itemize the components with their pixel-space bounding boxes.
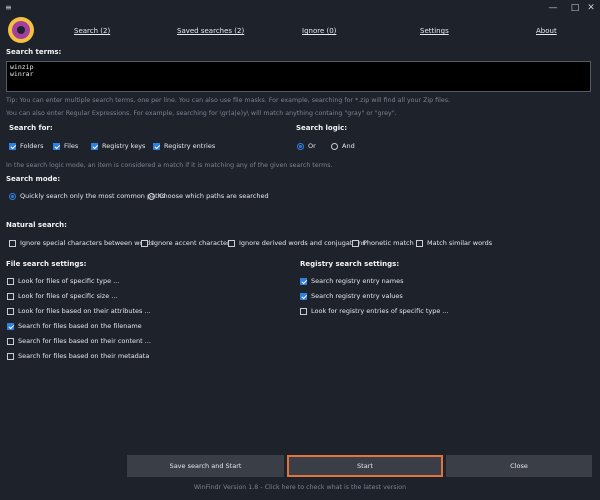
- checkbox[interactable]: [300, 292, 307, 300]
- radio-button[interactable]: [9, 192, 16, 200]
- checkbox-label: Ignore accent characters: [152, 239, 234, 247]
- regex-tip: You can also enter Regular Expressions. …: [6, 110, 397, 117]
- checkbox-label: Look for files of specific size ...: [18, 292, 118, 300]
- file-attributes[interactable]: Look for files based on their attributes…: [7, 307, 151, 315]
- file-specific-size[interactable]: Look for files of specific size ...: [7, 292, 117, 300]
- tab-search[interactable]: Search (2): [74, 27, 110, 35]
- checkbox[interactable]: [53, 142, 60, 150]
- tab-settings[interactable]: Settings: [420, 27, 449, 35]
- checkbox[interactable]: [7, 322, 14, 330]
- search-terms-tip: Tip: You can enter multiple search terms…: [6, 97, 451, 104]
- radio-label: Or: [308, 142, 316, 150]
- checkbox-label: Look for registry entries of specific ty…: [311, 307, 449, 315]
- search-mode-quick[interactable]: Quickly search only the most common path…: [9, 192, 165, 200]
- checkbox-label: Phonetic match: [363, 239, 414, 247]
- checkbox[interactable]: [228, 239, 235, 247]
- checkbox-label: Files: [64, 142, 79, 150]
- tab-about[interactable]: About: [536, 27, 557, 35]
- minimize-icon[interactable]: —: [547, 3, 559, 13]
- save-and-start-button[interactable]: Save search and Start: [127, 455, 284, 477]
- app-logo: [8, 17, 34, 43]
- checkbox[interactable]: [9, 142, 16, 150]
- search-terms-input[interactable]: winzip winrar: [6, 61, 591, 92]
- natural-ignore-derived[interactable]: Ignore derived words and conjugations: [228, 239, 366, 247]
- close-icon[interactable]: ✕: [585, 3, 597, 13]
- file-specific-type[interactable]: Look for files of specific type ...: [7, 277, 119, 285]
- search-for-title: Search for:: [9, 124, 53, 132]
- search-logic-and[interactable]: And: [331, 142, 355, 150]
- tab-saved-searches[interactable]: Saved searches (2): [177, 27, 244, 35]
- radio-button[interactable]: [148, 192, 155, 200]
- checkbox-label: Search registry entry values: [311, 292, 403, 300]
- checkbox-label: Match similar words: [427, 239, 493, 247]
- checkbox-label: Folders: [20, 142, 44, 150]
- start-button[interactable]: Start: [287, 455, 443, 477]
- natural-phonetic-match[interactable]: Phonetic match: [352, 239, 414, 247]
- file-content[interactable]: Search for files based on their content …: [7, 337, 151, 345]
- registry-specific-type[interactable]: Look for registry entries of specific ty…: [300, 307, 449, 315]
- search-mode-title: Search mode:: [6, 175, 61, 183]
- checkbox[interactable]: [352, 239, 359, 247]
- checkbox-label: Registry keys: [102, 142, 146, 150]
- radio-button[interactable]: [331, 142, 338, 150]
- file-settings-title: File search settings:: [6, 260, 87, 268]
- search-logic-title: Search logic:: [296, 124, 348, 132]
- checkbox-label: Search for files based on their content …: [18, 337, 151, 345]
- registry-entry-values[interactable]: Search registry entry values: [300, 292, 403, 300]
- menu-icon[interactable]: ≡: [5, 4, 13, 12]
- checkbox[interactable]: [153, 142, 160, 150]
- natural-ignore-accents[interactable]: Ignore accent characters: [141, 239, 233, 247]
- checkbox-label: Look for files of specific type ...: [18, 277, 120, 285]
- radio-button[interactable]: [297, 142, 304, 150]
- search-terms-title: Search terms:: [6, 48, 62, 56]
- search-logic-or[interactable]: Or: [297, 142, 316, 150]
- checkbox[interactable]: [300, 277, 307, 285]
- checkbox[interactable]: [7, 277, 14, 285]
- checkbox[interactable]: [7, 292, 14, 300]
- checkbox-label: Registry entries: [164, 142, 216, 150]
- tab-ignore[interactable]: Ignore (0): [302, 27, 336, 35]
- natural-ignore-special-chars[interactable]: Ignore special characters between words: [9, 239, 154, 247]
- checkbox[interactable]: [300, 307, 307, 315]
- checkbox[interactable]: [416, 239, 423, 247]
- search-for-registry-keys[interactable]: Registry keys: [91, 142, 145, 150]
- checkbox-label: Look for files based on their attributes…: [18, 307, 151, 315]
- radio-label: Choose which paths are searched: [159, 192, 269, 200]
- registry-entry-names[interactable]: Search registry entry names: [300, 277, 403, 285]
- version-footer-link[interactable]: WinFindr Version 1.8 - Click here to che…: [0, 484, 600, 491]
- natural-similar-words[interactable]: Match similar words: [416, 239, 492, 247]
- maximize-icon[interactable]: □: [569, 3, 581, 13]
- checkbox[interactable]: [141, 239, 148, 247]
- search-for-files[interactable]: Files: [53, 142, 78, 150]
- registry-settings-title: Registry search settings:: [300, 260, 400, 268]
- checkbox[interactable]: [9, 239, 16, 247]
- checkbox[interactable]: [7, 307, 14, 315]
- radio-label: And: [342, 142, 355, 150]
- radio-label: Quickly search only the most common path…: [20, 192, 166, 200]
- checkbox-label: Search registry entry names: [311, 277, 404, 285]
- search-for-folders[interactable]: Folders: [9, 142, 43, 150]
- search-logic-hint: In the search logic mode, an item is con…: [6, 162, 333, 169]
- checkbox[interactable]: [91, 142, 98, 150]
- file-filename[interactable]: Search for files based on the filename: [7, 322, 142, 330]
- file-metadata[interactable]: Search for files based on their metadata: [7, 352, 149, 360]
- checkbox-label: Ignore derived words and conjugations: [239, 239, 366, 247]
- natural-search-title: Natural search:: [6, 221, 67, 229]
- search-mode-choose-paths[interactable]: Choose which paths are searched: [148, 192, 269, 200]
- checkbox-label: Search for files based on their metadata: [18, 352, 150, 360]
- checkbox[interactable]: [7, 337, 14, 345]
- checkbox[interactable]: [7, 352, 14, 360]
- checkbox-label: Search for files based on the filename: [18, 322, 142, 330]
- search-for-registry-entries[interactable]: Registry entries: [153, 142, 215, 150]
- close-button[interactable]: Close: [446, 455, 592, 477]
- checkbox-label: Ignore special characters between words: [20, 239, 154, 247]
